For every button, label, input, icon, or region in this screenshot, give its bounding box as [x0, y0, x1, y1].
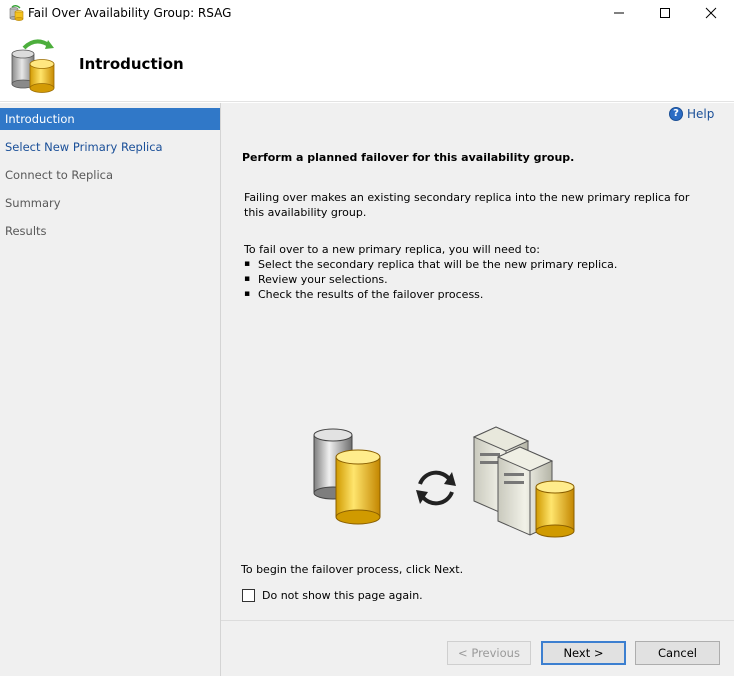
- dont-show-checkbox[interactable]: [242, 589, 255, 602]
- maximize-button[interactable]: [642, 0, 688, 26]
- title-bar: Fail Over Availability Group: RSAG: [0, 0, 734, 26]
- failover-illustration: [313, 426, 575, 538]
- dont-show-option: Do not show this page again.: [242, 589, 423, 602]
- nav-item-summary: Summary: [5, 196, 61, 210]
- intro-paragraph: Failing over makes an existing secondary…: [244, 191, 690, 219]
- list-item: Select the secondary replica that will b…: [244, 257, 617, 272]
- help-label: Help: [687, 107, 715, 121]
- close-button[interactable]: [688, 0, 734, 26]
- database-icon: [313, 428, 381, 525]
- availability-group-icon: [11, 39, 55, 93]
- intro-heading: Perform a planned failover for this avai…: [242, 151, 575, 164]
- previous-button[interactable]: < Previous: [447, 641, 531, 665]
- sync-icon: [416, 470, 456, 506]
- page-title: Introduction: [79, 55, 184, 73]
- nav-item-connect-to-replica: Connect to Replica: [5, 168, 114, 182]
- cancel-button[interactable]: Cancel: [635, 641, 720, 665]
- wizard-header: Introduction: [0, 26, 734, 102]
- steps-intro: To fail over to a new primary replica, y…: [244, 243, 540, 256]
- list-item: Review your selections.: [244, 272, 617, 287]
- window-title: Fail Over Availability Group: RSAG: [28, 6, 232, 20]
- next-button[interactable]: Next >: [541, 641, 626, 665]
- help-icon: ?: [669, 107, 683, 121]
- help-link[interactable]: ? Help: [669, 107, 714, 121]
- nav-item-select-new-primary-replica[interactable]: Select New Primary Replica: [0, 136, 220, 158]
- database-app-icon: [9, 5, 24, 21]
- footer-divider: [221, 620, 734, 621]
- nav-item-results: Results: [5, 224, 47, 238]
- steps-list: Select the secondary replica that will b…: [244, 257, 617, 302]
- minimize-button[interactable]: [596, 0, 642, 26]
- maximize-icon: [660, 8, 670, 18]
- minimize-icon: [614, 12, 624, 14]
- close-icon: [705, 7, 717, 19]
- nav-item-introduction[interactable]: Introduction: [0, 108, 220, 130]
- list-item: Check the results of the failover proces…: [244, 287, 617, 302]
- begin-instruction: To begin the failover process, click Nex…: [241, 563, 464, 576]
- wizard-nav: Introduction Select New Primary Replica …: [0, 103, 221, 676]
- dont-show-label[interactable]: Do not show this page again.: [262, 589, 423, 602]
- server-icon: [472, 426, 575, 538]
- wizard-content: ? Help Perform a planned failover for th…: [221, 103, 734, 676]
